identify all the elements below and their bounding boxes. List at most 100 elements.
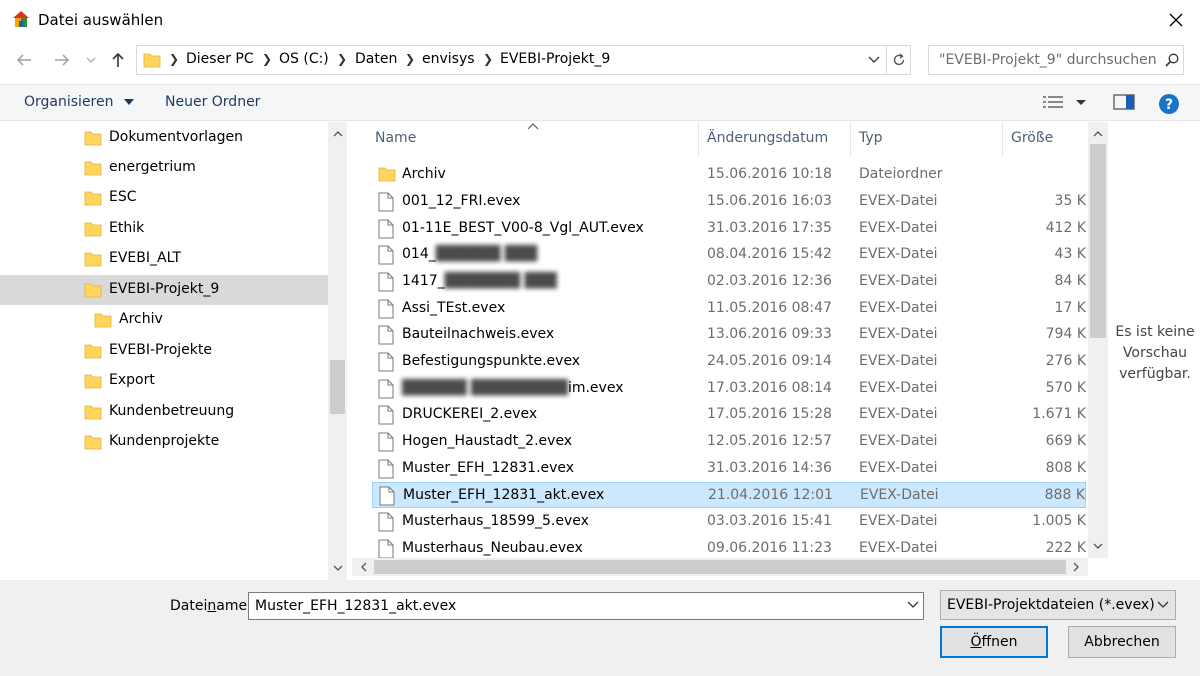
sidebar-item-export[interactable]: Export: [0, 366, 328, 396]
file-date: 15.06.2016 10:18: [707, 166, 832, 182]
list-item[interactable]: Assi_TEst.evex 11.05.2016 08:47 EVEX-Dat…: [372, 296, 1086, 322]
file-name: 01-11E_BEST_V00-8_Vgl_AUT.evex: [402, 220, 644, 236]
scroll-up-button[interactable]: [1088, 124, 1108, 144]
scroll-left-button[interactable]: [354, 558, 373, 576]
scroll-up-button[interactable]: [328, 124, 347, 144]
file-icon: [378, 352, 394, 372]
file-size: 1.671 K: [1032, 406, 1086, 422]
organize-button[interactable]: Organisieren: [24, 94, 134, 110]
file-icon: [378, 272, 394, 292]
column-header-date[interactable]: Änderungsdatum: [707, 130, 828, 146]
list-item-folder[interactable]: Archiv 15.06.2016 10:18 Dateiordner: [372, 162, 1086, 188]
list-item[interactable]: Muster_EFH_12831.evex 31.03.2016 14:36 E…: [372, 456, 1086, 482]
address-bar[interactable]: ❯ Dieser PC ❯ OS (C:) ❯ Daten ❯ envisys …: [136, 45, 911, 75]
chevron-down-icon[interactable]: [907, 598, 919, 610]
refresh-button[interactable]: [886, 45, 911, 75]
list-item[interactable]: Musterhaus_Neubau.evex 09.06.2016 11:23 …: [372, 536, 1086, 558]
file-type: EVEX-Datei: [859, 380, 938, 396]
list-item[interactable]: ██████ █████████im.evex 17.03.2016 08:14…: [372, 376, 1086, 402]
open-button[interactable]: Öffnen: [940, 626, 1048, 658]
sidebar-item-dokumentvorlagen[interactable]: Dokumentvorlagen: [0, 123, 328, 153]
up-button[interactable]: [108, 50, 128, 70]
chevron-down-icon: [86, 57, 96, 63]
sidebar-item-label: Dokumentvorlagen: [109, 129, 243, 145]
file-size: 888 K: [1044, 487, 1085, 503]
file-size: 17 K: [1054, 300, 1086, 316]
close-button[interactable]: [1160, 5, 1192, 35]
file-type: EVEX-Datei: [859, 460, 938, 476]
back-button[interactable]: [14, 50, 34, 70]
file-name: Assi_TEst.evex: [402, 300, 506, 316]
navigation-scrollbar[interactable]: [328, 122, 347, 580]
address-dropdown-button[interactable]: [862, 45, 886, 75]
breadcrumb-os-c[interactable]: OS (C:): [279, 51, 329, 67]
sidebar-item-archiv[interactable]: Archiv: [0, 305, 328, 335]
sidebar-item-label: energetrium: [109, 159, 196, 175]
scrollbar-thumb[interactable]: [1090, 144, 1106, 338]
scroll-down-button[interactable]: [1088, 536, 1108, 556]
breadcrumb-evebi-projekt-9[interactable]: EVEBI-Projekt_9: [500, 51, 610, 67]
svg-text:?: ?: [1165, 97, 1173, 113]
list-item[interactable]: 1417_███████ ███ 02.03.2016 12:36 EVEX-D…: [372, 269, 1086, 295]
view-options-button[interactable]: [1043, 93, 1091, 115]
column-divider[interactable]: [850, 122, 851, 156]
sidebar-item-esc[interactable]: ESC: [0, 183, 328, 213]
breadcrumb-envisys[interactable]: envisys: [422, 51, 475, 67]
list-item[interactable]: Befestigungspunkte.evex 24.05.2016 09:14…: [372, 349, 1086, 375]
cancel-button[interactable]: Abbrechen: [1068, 626, 1176, 658]
file-type-filter-select[interactable]: EVEBI-Projektdateien (*.evex): [940, 590, 1176, 620]
sidebar-item-evebi-projekte[interactable]: EVEBI-Projekte: [0, 336, 328, 366]
search-input[interactable]: "EVEBI-Projekt_9" durchsuchen: [928, 45, 1184, 75]
scrollbar-thumb[interactable]: [330, 360, 345, 414]
filename-input[interactable]: Muster_EFH_12831_akt.evex: [248, 592, 924, 620]
sidebar-item-evebi-projekt-9[interactable]: EVEBI-Projekt_9: [0, 275, 328, 305]
file-name-visible: 1417_: [402, 273, 445, 289]
file-date: 12.05.2016 12:57: [707, 433, 832, 449]
file-date: 03.03.2016 15:41: [707, 513, 832, 529]
recent-locations-button[interactable]: [84, 50, 98, 70]
file-type: EVEX-Datei: [859, 193, 938, 209]
open-accesskey: Ö: [970, 634, 982, 650]
scroll-right-button[interactable]: [1066, 558, 1085, 576]
file-list-vertical-scrollbar[interactable]: [1088, 122, 1108, 558]
sidebar-item-ethik[interactable]: Ethik: [0, 214, 328, 244]
new-folder-button[interactable]: Neuer Ordner: [165, 94, 260, 110]
chevron-down-icon: [1093, 543, 1103, 549]
help-button[interactable]: ?: [1158, 93, 1180, 119]
command-bar: Organisieren Neuer Ordner ?: [0, 84, 1200, 121]
column-header-size[interactable]: Größe: [1011, 130, 1053, 146]
column-divider[interactable]: [1002, 122, 1003, 156]
preview-pane-button[interactable]: [1113, 93, 1135, 115]
scroll-down-button[interactable]: [328, 558, 347, 578]
file-icon: [378, 325, 394, 345]
list-item[interactable]: DRUCKEREI_2.evex 17.05.2016 15:28 EVEX-D…: [372, 402, 1086, 428]
list-item[interactable]: Musterhaus_18599_5.evex 03.03.2016 15:41…: [372, 509, 1086, 535]
file-date: 31.03.2016 17:35: [707, 220, 832, 236]
list-item[interactable]: Hogen_Haustadt_2.evex 12.05.2016 12:57 E…: [372, 429, 1086, 455]
file-list-horizontal-scrollbar[interactable]: [352, 558, 1088, 576]
file-name: DRUCKEREI_2.evex: [402, 406, 538, 422]
file-icon: [378, 405, 394, 425]
sidebar-item-kundenbetreuung[interactable]: Kundenbetreuung: [0, 397, 328, 427]
breadcrumb-dieser-pc[interactable]: Dieser PC: [186, 51, 254, 67]
breadcrumb-daten[interactable]: Daten: [355, 51, 397, 67]
sidebar-item-energetrium[interactable]: energetrium: [0, 153, 328, 183]
sidebar-item-kundenprojekte[interactable]: Kundenprojekte: [0, 427, 328, 457]
list-item-selected[interactable]: Muster_EFH_12831_akt.evex 21.04.2016 12:…: [372, 482, 1086, 508]
column-divider[interactable]: [698, 122, 699, 156]
list-item[interactable]: 001_12_FRI.evex 15.06.2016 16:03 EVEX-Da…: [372, 189, 1086, 215]
list-item[interactable]: 01-11E_BEST_V00-8_Vgl_AUT.evex 31.03.201…: [372, 216, 1086, 242]
search-placeholder: "EVEBI-Projekt_9" durchsuchen: [939, 52, 1157, 68]
forward-button[interactable]: [52, 50, 72, 70]
list-item[interactable]: 014_██████ ███ 08.04.2016 15:42 EVEX-Dat…: [372, 242, 1086, 268]
scrollbar-thumb[interactable]: [374, 560, 1066, 574]
column-header-type[interactable]: Typ: [859, 130, 883, 146]
folder-icon: [94, 313, 112, 328]
file-name: 014_██████ ███: [402, 246, 537, 262]
list-item[interactable]: Bauteilnachweis.evex 13.06.2016 09:33 EV…: [372, 322, 1086, 348]
column-header-name[interactable]: Name: [375, 130, 416, 146]
refresh-icon: [893, 53, 905, 66]
sidebar-item-evebi-alt[interactable]: EVEBI_ALT: [0, 244, 328, 274]
sidebar-item-label: Kundenprojekte: [109, 433, 220, 449]
view-options-icon: [1043, 96, 1086, 108]
